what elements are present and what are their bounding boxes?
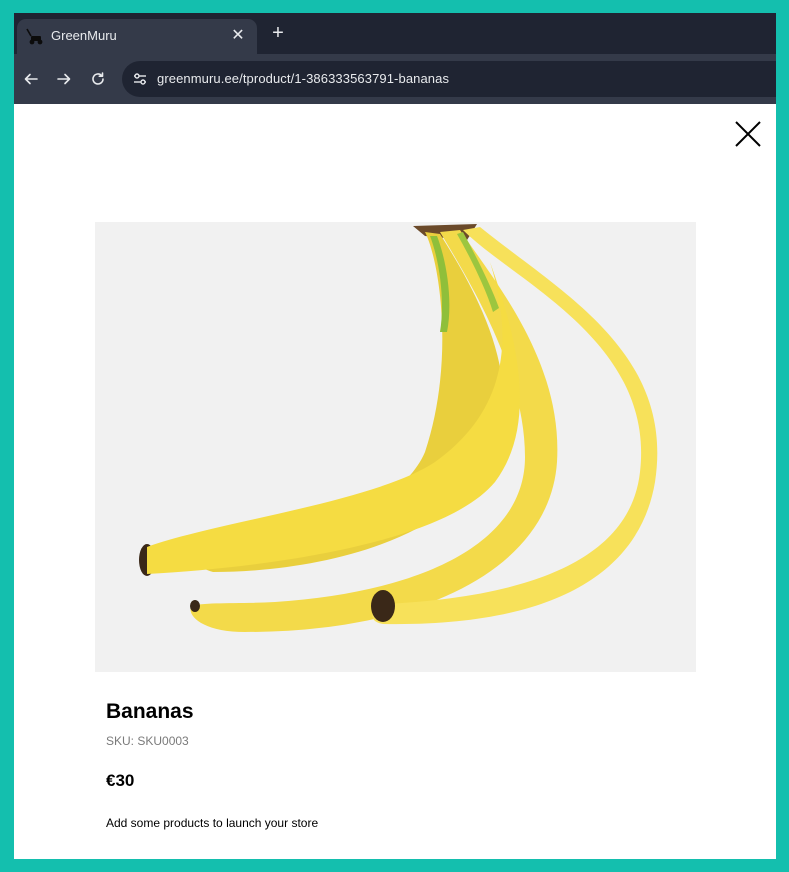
browser-window: GreenMuru ✕ + greenmuru.ee/tproduct/1-38…	[14, 13, 776, 859]
reload-button[interactable]	[86, 67, 110, 91]
product-description: Add some products to launch your store	[106, 816, 319, 830]
reload-icon	[92, 72, 104, 85]
tab-close-icon[interactable]: ✕	[227, 25, 249, 47]
close-icon[interactable]	[732, 118, 764, 150]
address-bar[interactable]: greenmuru.ee/tproduct/1-386333563791-ban…	[122, 61, 776, 97]
forward-button[interactable]	[52, 67, 76, 91]
site-settings-icon[interactable]	[131, 70, 149, 88]
bananas-photo	[95, 222, 696, 672]
product-price: €30	[106, 771, 135, 790]
new-tab-button[interactable]: +	[266, 22, 290, 46]
product-title: Bananas	[106, 700, 194, 723]
url-text[interactable]: greenmuru.ee/tproduct/1-386333563791-ban…	[157, 71, 449, 86]
arrow-right-icon	[57, 73, 71, 85]
arrow-left-icon	[24, 73, 38, 85]
product-sku: SKU: SKU0003	[106, 734, 189, 748]
browser-toolbar: greenmuru.ee/tproduct/1-386333563791-ban…	[14, 54, 776, 104]
tab-strip: GreenMuru ✕ +	[14, 13, 776, 54]
tab-title: GreenMuru	[51, 28, 117, 43]
back-button[interactable]	[19, 67, 43, 91]
product-modal: Bananas SKU: SKU0003 €30 Add some produc…	[14, 104, 776, 859]
lawnmower-favicon-icon	[26, 28, 43, 45]
tab-greenmuru[interactable]: GreenMuru ✕	[17, 19, 257, 54]
